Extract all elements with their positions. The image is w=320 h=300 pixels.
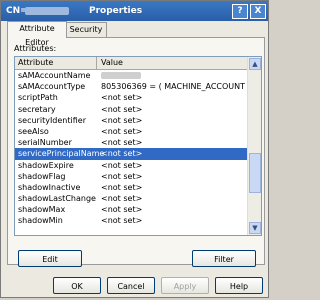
table-row[interactable]: shadowMax <not set> <box>15 204 247 215</box>
title-bar[interactable]: CN= Properties ? X <box>1 1 268 21</box>
attributes-list[interactable]: Attribute Value sAMAccountName sAMAccount… <box>14 56 262 236</box>
table-row[interactable]: securityIdentifier <not set> <box>15 115 247 126</box>
attribute-value: <not set> <box>101 171 143 181</box>
edit-button[interactable]: Edit <box>18 250 82 267</box>
close-button[interactable]: X <box>250 4 266 19</box>
table-row[interactable]: shadowInactive <not set> <box>15 182 247 193</box>
attribute-value: <not set> <box>101 149 143 159</box>
tab-attribute-editor[interactable]: Attribute Editor <box>7 21 67 47</box>
column-header-attribute[interactable]: Attribute <box>15 57 97 69</box>
table-row[interactable]: servicePrincipalName <not set> <box>15 148 247 160</box>
table-row[interactable]: shadowFlag <not set> <box>15 171 247 182</box>
attribute-value: <not set> <box>101 216 143 226</box>
redacted-value <box>101 72 141 79</box>
table-row[interactable]: secretary <not set> <box>15 104 247 115</box>
attribute-name: servicePrincipalName <box>18 149 105 159</box>
ok-button[interactable]: OK <box>53 277 101 294</box>
window-title: Properties <box>89 6 143 16</box>
attribute-name: serialNumber <box>18 138 72 148</box>
filter-button[interactable]: Filter <box>192 250 256 267</box>
scroll-up-button[interactable]: ▲ <box>249 58 261 70</box>
help-title-button[interactable]: ? <box>232 4 248 19</box>
list-header: Attribute Value <box>15 57 247 70</box>
table-row[interactable]: sAMAccountName <box>15 70 247 81</box>
attribute-value: <not set> <box>101 93 143 103</box>
attribute-name: shadowMin <box>18 216 63 226</box>
cancel-button[interactable]: Cancel <box>107 277 155 294</box>
attribute-value: <not set> <box>101 115 143 125</box>
properties-dialog: CN= Properties ? X Attribute Editor Secu… <box>0 0 269 298</box>
table-row[interactable]: seeAlso <not set> <box>15 126 247 137</box>
attribute-value: <not set> <box>101 126 143 136</box>
attribute-name: shadowFlag <box>18 171 66 181</box>
table-row[interactable]: sAMAccountType 805306369 = ( MACHINE_ACCO… <box>15 81 251 92</box>
apply-button[interactable]: Apply <box>161 277 209 294</box>
attribute-name: shadowLastChange <box>18 194 96 204</box>
attribute-name: sAMAccountName <box>18 71 91 80</box>
attribute-rows: sAMAccountName sAMAccountType 805306369 = … <box>15 70 251 227</box>
attribute-value: <not set> <box>101 104 143 114</box>
attribute-value: <not set> <box>101 194 143 204</box>
attribute-name: shadowInactive <box>18 182 81 192</box>
table-row[interactable]: serialNumber <not set> <box>15 137 247 148</box>
attribute-name: scriptPath <box>18 93 58 103</box>
scroll-down-button[interactable]: ▼ <box>249 222 261 234</box>
table-row[interactable]: shadowMin <not set> <box>15 215 247 226</box>
attribute-name: shadowMax <box>18 205 66 215</box>
attribute-value <box>101 70 141 81</box>
scroll-thumb[interactable] <box>249 153 261 193</box>
tab-security[interactable]: Security <box>65 22 107 37</box>
attribute-value: <not set> <box>101 138 143 148</box>
attribute-value: <not set> <box>101 205 143 215</box>
attribute-name: seeAlso <box>18 126 49 136</box>
attribute-name: shadowExpire <box>18 160 74 170</box>
vertical-scrollbar[interactable]: ▲ ▼ <box>247 57 261 235</box>
column-header-value[interactable]: Value <box>97 57 123 69</box>
attribute-name: securityIdentifier <box>18 115 86 125</box>
attribute-value: <not set> <box>101 160 143 170</box>
attribute-value: <not set> <box>101 182 143 192</box>
help-button[interactable]: Help <box>215 277 263 294</box>
table-row[interactable]: shadowLastChange <not set> <box>15 193 247 204</box>
table-row[interactable]: scriptPath <not set> <box>15 92 247 103</box>
attribute-value: 805306369 = ( MACHINE_ACCOUNT ) <box>101 82 251 92</box>
attribute-editor-panel: Attributes: Attribute Value sAMAccountNa… <box>7 37 265 267</box>
table-row[interactable]: shadowExpire <not set> <box>15 160 247 171</box>
redacted-object-name <box>25 7 69 15</box>
attribute-name: secretary <box>18 104 56 114</box>
attribute-name: sAMAccountType <box>18 82 86 92</box>
